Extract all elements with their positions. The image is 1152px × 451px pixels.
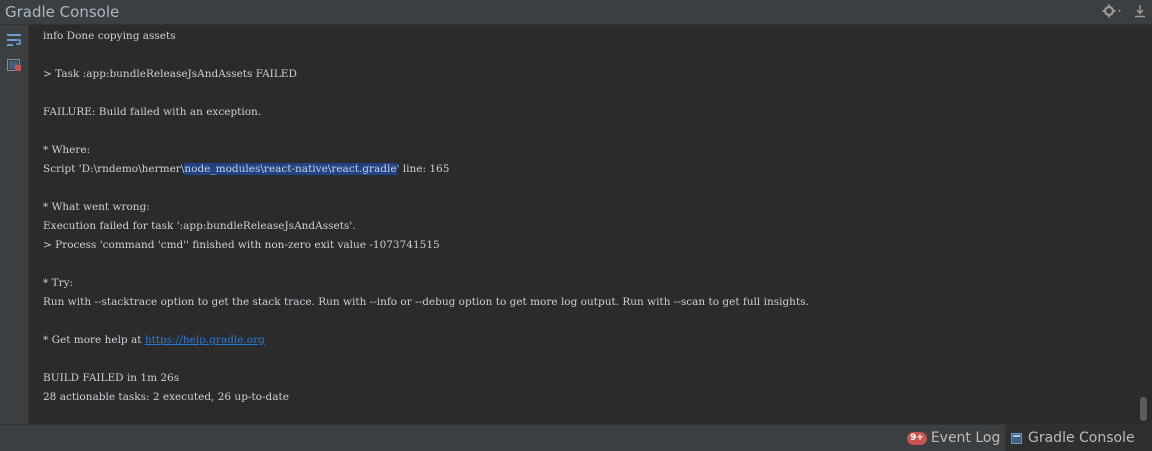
console-line: > Process 'command 'cmd'' finished with … (43, 239, 440, 251)
console-line: * What went wrong: (43, 201, 150, 213)
console-line: BUILD FAILED in 1m 26s (43, 372, 180, 384)
console-line: info Done copying assets (43, 30, 176, 42)
vertical-scrollbar[interactable] (1137, 25, 1152, 424)
console-line-help: * Get more help at https://help.gradle.o… (43, 333, 265, 347)
notification-count-badge: 9+ (907, 431, 927, 445)
tool-window-title: Gradle Console (5, 3, 120, 21)
console-line: * Try: (43, 277, 74, 289)
console-line: * Where: (43, 144, 91, 156)
bottom-tool-strip: 9+ Event Log Gradle Console (0, 424, 1152, 451)
where-prefix: Script 'D:\rndemo\hermer\ (43, 163, 185, 175)
soft-wrap-icon[interactable] (6, 32, 22, 48)
selected-text[interactable]: node_modules\react-native\react.gradle (184, 163, 397, 175)
scrollbar-thumb[interactable] (1140, 397, 1147, 421)
console-side-toolbar (0, 25, 29, 424)
gradle-console-label: Gradle Console (1028, 430, 1135, 446)
event-log-label: Event Log (930, 430, 1001, 446)
console-line: 28 actionable tasks: 2 executed, 26 up-t… (43, 391, 289, 403)
console-icon (1011, 432, 1022, 444)
event-log-tab[interactable]: 9+ Event Log (901, 425, 1006, 451)
gear-icon[interactable] (1102, 4, 1124, 18)
console-line: Execution failed for task ':app:bundleRe… (43, 220, 356, 232)
gradle-console-tab[interactable]: Gradle Console (1005, 425, 1152, 451)
header-toolbar (1102, 4, 1146, 18)
gradle-console-window: Gradle Console info Done copying assets … (0, 0, 1152, 451)
clear-all-icon[interactable] (6, 57, 22, 73)
where-suffix: ' line: 165 (396, 163, 450, 175)
hide-panel-icon[interactable] (1134, 4, 1146, 18)
console-line: Run with --stacktrace option to get the … (43, 296, 809, 308)
help-link[interactable]: https://help.gradle.org (145, 334, 265, 346)
console-line: > Task :app:bundleReleaseJsAndAssets FAI… (43, 68, 297, 80)
tool-window-header: Gradle Console (0, 0, 1152, 25)
console-line: FAILURE: Build failed with an exception. (43, 106, 262, 118)
help-prefix: * Get more help at (43, 334, 145, 346)
console-line-where: Script 'D:\rndemo\hermer\node_modules\re… (43, 162, 449, 176)
console-output[interactable]: info Done copying assets > Task :app:bun… (29, 25, 1137, 424)
